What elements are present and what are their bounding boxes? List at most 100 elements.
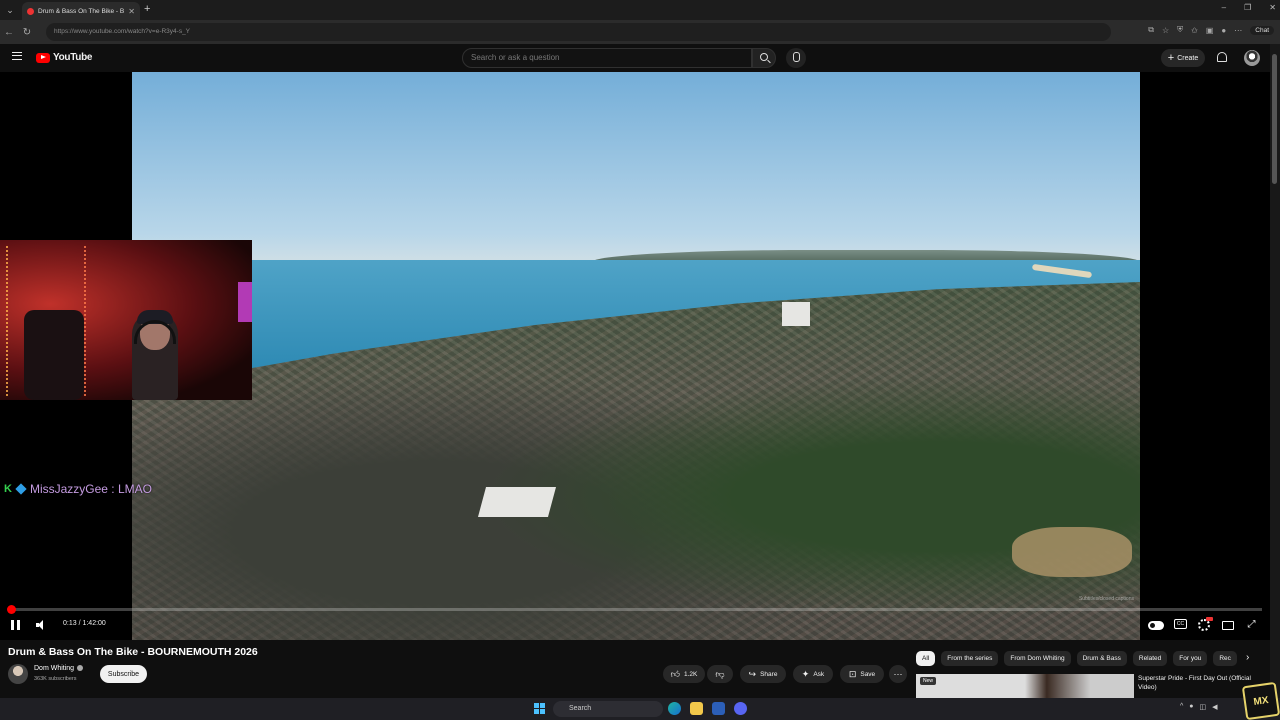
favorite-star-icon[interactable]: ☆ (1162, 26, 1169, 35)
channel-avatar[interactable] (8, 664, 28, 684)
account-avatar[interactable] (1244, 50, 1260, 66)
subscriber-count: 363K subscribers (34, 676, 77, 682)
video-park (1012, 527, 1132, 577)
extensions-icon[interactable]: ⧉ (1148, 25, 1154, 35)
system-tray: ^ ● ◫ ◀ (1180, 703, 1218, 711)
recommendation-thumbnail[interactable] (916, 674, 1134, 698)
monitor-glow (238, 282, 252, 322)
theater-mode-icon[interactable] (1222, 621, 1234, 630)
tab-list-chevron-icon[interactable]: ⌄ (0, 0, 20, 20)
volume-icon[interactable] (36, 620, 48, 630)
windows-taskbar: Search ^ ● ◫ ◀ (0, 698, 1280, 720)
thumbs-up-icon: 👍︎ (670, 668, 681, 679)
chip-recent[interactable]: Rec (1213, 651, 1237, 666)
favorites-icon[interactable]: ✩ (1191, 26, 1198, 35)
chip-all[interactable]: All (916, 651, 936, 666)
taskbar-search[interactable]: Search (553, 701, 663, 717)
chips-next-chevron-icon[interactable]: › (1246, 652, 1249, 663)
notifications-icon[interactable] (1217, 52, 1227, 62)
tray-chevron-icon[interactable]: ^ (1180, 703, 1183, 711)
page-scrollbar[interactable] (1270, 44, 1280, 698)
hd-badge (1206, 617, 1213, 621)
restore-icon[interactable]: ❐ (1244, 3, 1251, 12)
autoplay-toggle[interactable] (1148, 621, 1164, 630)
collections-icon[interactable]: ▣ (1206, 26, 1214, 35)
fullscreen-icon[interactable]: ⤢ (1246, 619, 1257, 630)
channel-name-row[interactable]: Dom Whiting (34, 665, 84, 672)
like-count: 1.2K (684, 670, 698, 678)
back-icon[interactable]: ← (0, 27, 18, 38)
chip-from-series[interactable]: From the series (941, 651, 999, 666)
refresh-icon[interactable]: ↻ (18, 27, 36, 38)
share-icon: ↪ (748, 668, 757, 679)
voice-search-icon[interactable] (786, 48, 806, 68)
tab-close-icon[interactable]: ✕ (128, 7, 135, 16)
captions-icon[interactable]: CC (1174, 619, 1187, 629)
ask-label: Ask (813, 670, 825, 678)
minimize-icon[interactable]: – (1222, 3, 1226, 12)
app-icon[interactable] (712, 702, 725, 715)
streamer-webcam (0, 240, 252, 400)
chip-from-channel[interactable]: From Dom Whiting (1004, 651, 1071, 666)
edge-browser-icon[interactable] (668, 702, 681, 715)
progress-scrubber[interactable] (6, 605, 16, 614)
browser-toolbar-icons: ⧉ ☆ ⛨ ✩ ▣ ● ⋯ Chat (1148, 25, 1274, 35)
address-bar-row: ← ↻ https://www.youtube.com/watch?v=e-R3… (0, 20, 1280, 44)
close-window-icon[interactable]: ✕ (1269, 3, 1276, 12)
shield-icon[interactable]: ⛨ (1177, 25, 1183, 35)
stream-chat-message: K MissJazzyGee : LMAO (4, 482, 152, 496)
copilot-chat-button[interactable]: Chat (1250, 25, 1274, 35)
menu-icon[interactable] (12, 52, 22, 60)
like-button[interactable]: 👍︎ 1.2K (663, 665, 705, 683)
save-label: Save (860, 670, 876, 678)
windows-start-icon[interactable] (534, 703, 545, 714)
scrollbar-thumb[interactable] (1272, 54, 1277, 184)
video-tower-block (782, 302, 810, 326)
share-button[interactable]: ↪ Share (740, 665, 786, 683)
youtube-play-icon (36, 52, 50, 63)
more-menu-icon[interactable]: ⋯ (1234, 26, 1242, 35)
channel-name[interactable]: Dom Whiting (34, 665, 74, 672)
chip-drum-bass[interactable]: Drum & Bass (1076, 651, 1127, 666)
search-button[interactable] (752, 48, 776, 68)
more-horizontal-icon: ⋯ (893, 668, 903, 679)
speaker-icon[interactable]: ◀ (1212, 703, 1217, 711)
pause-icon[interactable] (11, 620, 20, 630)
recommendation-chips: All From the series From Dom Whiting Dru… (916, 651, 1237, 666)
chip-related[interactable]: Related (1132, 651, 1168, 666)
chat-line: MissJazzyGee : LMAO (29, 482, 152, 496)
mic-tray-icon[interactable]: ● (1189, 703, 1193, 711)
file-explorer-icon[interactable] (690, 702, 703, 715)
verified-icon (77, 665, 84, 672)
chat-badge-icon: K (4, 483, 12, 495)
browser-tab-bar: ⌄ Drum & Bass On The Bike - B ✕ + – ❐ ✕ (0, 0, 1280, 20)
video-frame[interactable]: Subtitles/closed captions (132, 72, 1140, 640)
discord-icon[interactable] (734, 702, 747, 715)
share-label: Share (760, 670, 778, 678)
thumbs-down-icon: 👎︎ (715, 668, 725, 679)
progress-bar[interactable] (6, 605, 1262, 614)
ask-button[interactable]: ✦ Ask (793, 665, 833, 683)
subscribe-button[interactable]: Subscribe (100, 665, 147, 683)
gaming-chair (24, 310, 84, 400)
dislike-button[interactable]: 👎︎ (707, 665, 733, 683)
search-input[interactable]: Search or ask a question (462, 48, 752, 68)
create-button[interactable]: + Create (1161, 49, 1205, 67)
save-button[interactable]: ⊡ Save (840, 665, 884, 683)
create-label: Create (1177, 54, 1199, 62)
subtitles-hint: Subtitles/closed captions (1078, 596, 1134, 602)
profile-icon[interactable]: ● (1221, 26, 1226, 35)
address-bar[interactable]: https://www.youtube.com/watch?v=e-R3y4-s… (46, 23, 1111, 41)
sparkle-icon: ✦ (801, 668, 810, 679)
new-tab-icon[interactable]: + (144, 3, 150, 15)
browser-tab[interactable]: Drum & Bass On The Bike - B ✕ (22, 2, 140, 20)
chip-for-you[interactable]: For you (1173, 651, 1208, 666)
network-icon[interactable]: ◫ (1200, 703, 1207, 711)
bookmark-icon: ⊡ (848, 668, 857, 679)
more-actions-button[interactable]: ⋯ (889, 665, 907, 683)
youtube-logo[interactable]: YouTube (36, 52, 93, 63)
youtube-wordmark: YouTube (53, 52, 93, 63)
youtube-header: YouTube Search or ask a question + Creat… (0, 44, 1270, 72)
new-badge: New (920, 677, 937, 685)
tab-title: Drum & Bass On The Bike - B (38, 7, 125, 15)
